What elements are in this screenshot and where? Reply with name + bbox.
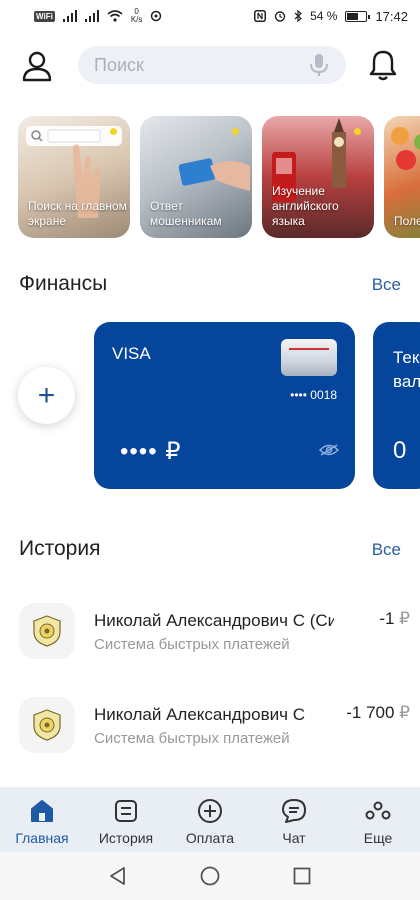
current-account-card[interactable]: Тек вал 0 — [373, 322, 420, 489]
card-brand: VISA — [112, 344, 151, 363]
search-placeholder: Поиск — [94, 54, 144, 75]
net-speed: 0 K/s — [131, 8, 143, 24]
plus-icon: + — [37, 378, 56, 412]
history-item[interactable]: Николай Александрович С Система быстрых … — [0, 697, 420, 777]
battery-percent: 54 % — [310, 9, 338, 23]
payment-icon — [198, 799, 222, 823]
signal-icon-2 — [84, 10, 99, 22]
top-bar: Поиск — [0, 40, 420, 90]
back-triangle-icon[interactable] — [107, 865, 129, 887]
story-search-main-screen[interactable]: Поиск на главном экране — [18, 116, 130, 238]
account-title: Тек вал — [393, 348, 420, 391]
nav-home-label: Главная — [15, 830, 69, 846]
history-title: История — [19, 537, 101, 560]
microphone-icon[interactable] — [308, 53, 330, 77]
chat-icon — [282, 799, 306, 823]
add-product-button[interactable]: + — [18, 367, 75, 424]
big-ben-illustration — [332, 118, 346, 188]
signal-icon — [62, 10, 77, 22]
nav-chat-label: Чат — [282, 830, 306, 846]
wifi-badge: WiFi — [34, 10, 55, 22]
clock: 17:42 — [375, 8, 408, 24]
card-hand-illustration — [178, 158, 250, 191]
story-answer-scammers[interactable]: Ответ мошенникам — [140, 116, 252, 238]
story-caption: Ответ мошенникам — [150, 199, 222, 228]
history-item-amount: -1 ₽ — [373, 609, 410, 629]
amount-value: -1 — [379, 609, 395, 628]
history-item-name: Николай Александрович С — [94, 705, 305, 724]
search-input[interactable]: Поиск — [78, 46, 346, 84]
more-icon — [365, 801, 391, 820]
currency-symbol: ₽ — [399, 703, 410, 722]
visa-card[interactable]: VISA •••• 0018 •••• ₽ — [94, 322, 355, 489]
net-speed-unit: K/s — [130, 15, 143, 24]
hide-balance-eye-icon[interactable] — [319, 443, 339, 457]
nav-payment[interactable]: Оплата — [170, 797, 250, 846]
profile-icon[interactable] — [20, 49, 54, 83]
story-caption: Поле прод — [394, 214, 420, 228]
story-learn-english[interactable]: Изучение английского языка — [262, 116, 374, 238]
nav-history[interactable]: История — [86, 797, 166, 846]
finance-all-link[interactable]: Все — [372, 275, 401, 295]
bank-logo-icon — [19, 697, 75, 753]
currency-symbol: ₽ — [399, 609, 410, 628]
nav-chat[interactable]: Чат — [254, 797, 334, 846]
home-icon — [31, 800, 53, 822]
fruit-illustration — [391, 127, 420, 170]
wifi-icon — [107, 10, 123, 22]
card-number: •••• 0018 — [290, 388, 337, 402]
sync-icon — [151, 10, 162, 22]
nav-home[interactable]: Главная — [2, 797, 82, 846]
history-item-amount: -1 700 ₽ — [340, 703, 410, 723]
amount-value: -1 700 — [346, 703, 395, 722]
recents-square-icon[interactable] — [291, 865, 313, 887]
bottom-navigation: Главная История Оплата Чат Еще — [0, 787, 420, 852]
story-unread-dot — [354, 128, 361, 135]
battery-icon — [345, 10, 371, 22]
nav-more[interactable]: Еще — [338, 797, 418, 846]
story-healthy-food[interactable]: Поле прод — [384, 116, 420, 238]
bluetooth-icon — [294, 10, 303, 22]
nav-more-label: Еще — [363, 830, 393, 846]
notifications-bell-icon[interactable] — [366, 48, 400, 82]
history-item-name: Николай Александрович С (Си — [94, 611, 334, 630]
status-bar: WiFi 0 K/s 54 % 17:42 — [0, 0, 420, 32]
history-icon — [115, 800, 137, 822]
bank-logo-icon — [19, 603, 75, 659]
card-design-thumbnail — [281, 339, 337, 376]
finance-title: Финансы — [19, 272, 108, 295]
alarm-icon — [274, 11, 286, 22]
story-caption: Поиск на главном экране — [28, 199, 127, 228]
nfc-icon — [254, 10, 267, 22]
home-circle-icon[interactable] — [199, 865, 221, 887]
story-caption: Изучение английского языка — [272, 184, 339, 228]
stories-carousel: Поиск на главном экране Ответ мошенникам… — [18, 116, 420, 238]
history-item-subtitle: Система быстрых платежей — [94, 730, 290, 747]
history-item[interactable]: Николай Александрович С (Си Система быст… — [0, 603, 420, 683]
history-item-subtitle: Система быстрых платежей — [94, 636, 290, 653]
story-unread-dot — [232, 128, 239, 135]
nav-payment-label: Оплата — [185, 830, 235, 846]
nav-history-label: История — [98, 830, 154, 846]
account-balance: 0 — [393, 437, 407, 464]
history-all-link[interactable]: Все — [372, 540, 401, 560]
system-navigation-bar — [0, 852, 420, 900]
card-balance-hidden: •••• ₽ — [120, 438, 182, 465]
story-unread-dot — [110, 128, 117, 135]
